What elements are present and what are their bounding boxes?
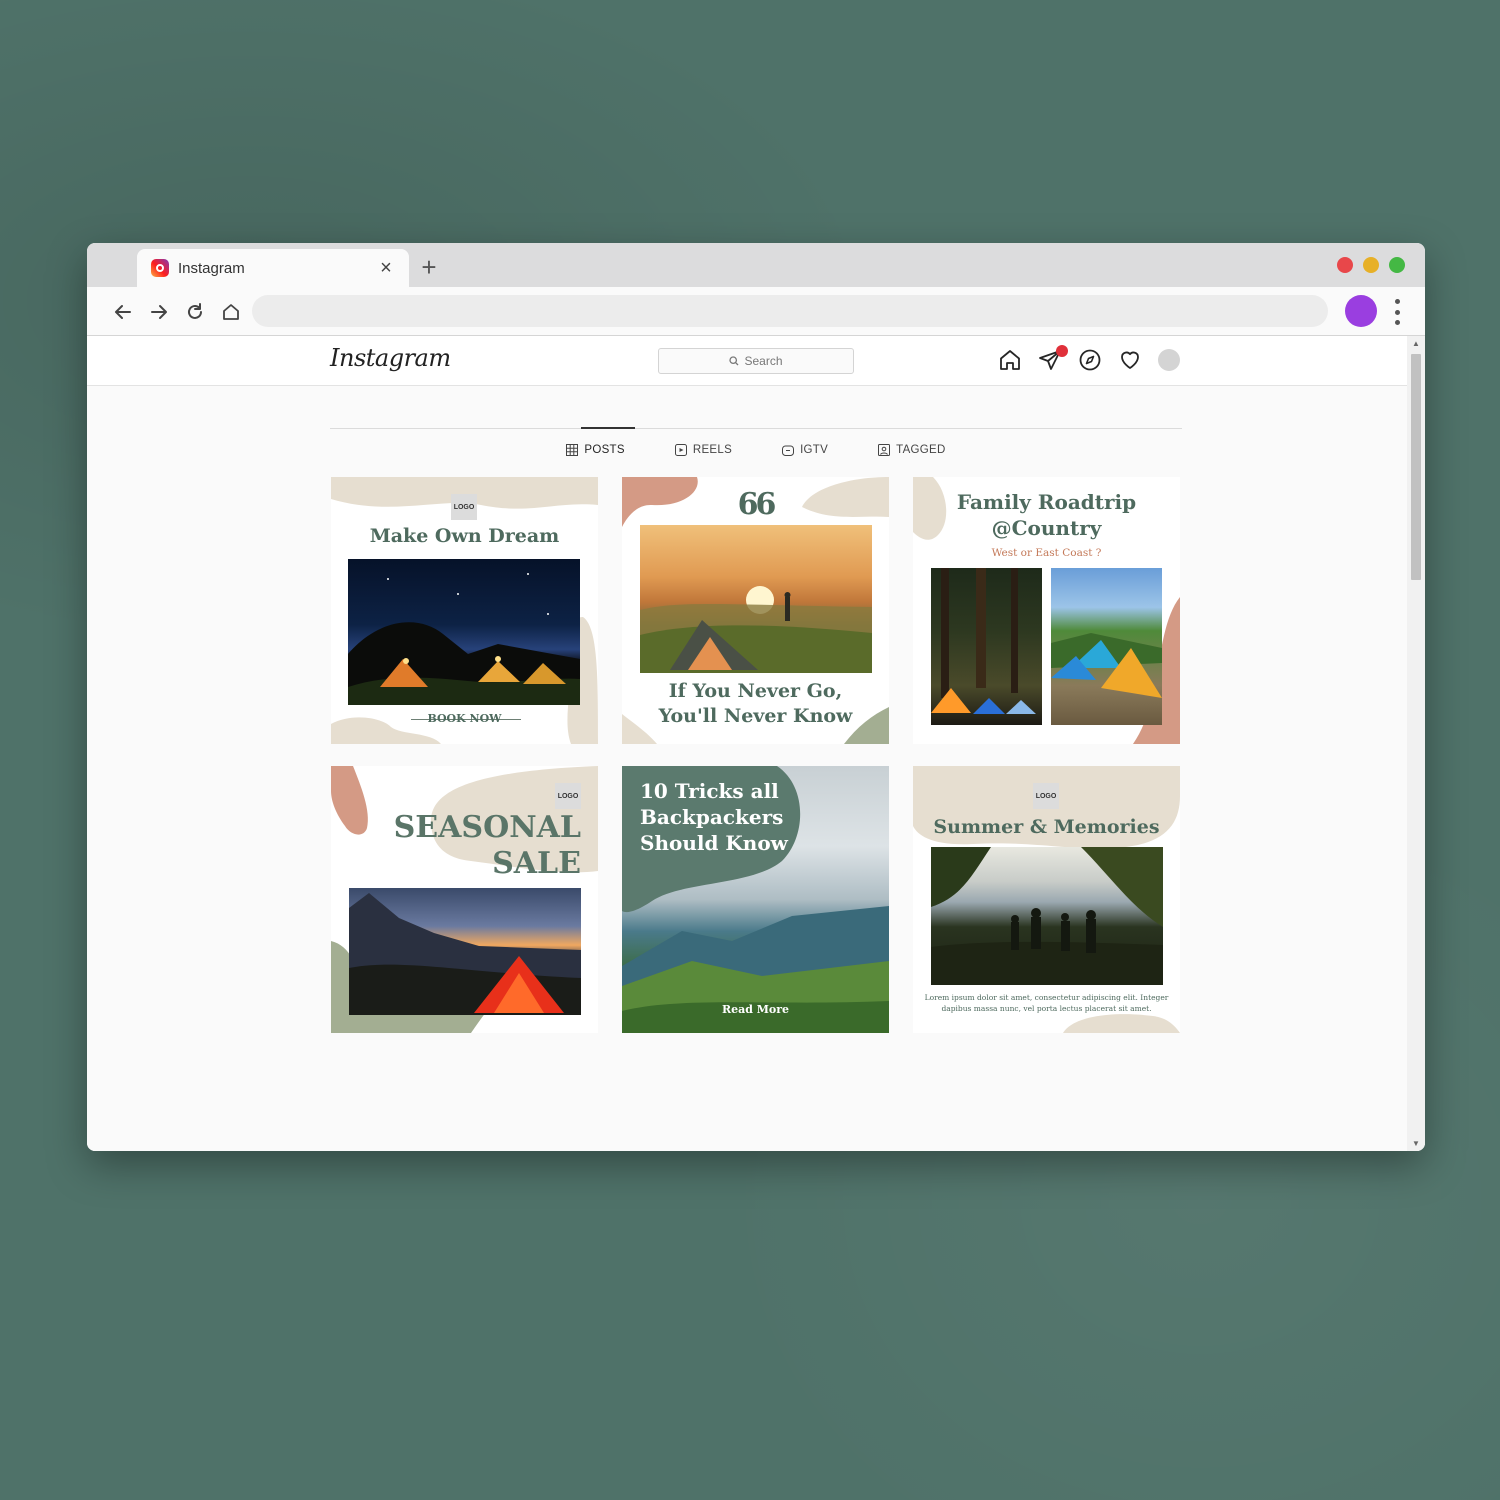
post-summer-memories[interactable]: LOGO Summer & Memories Lorem ipsum dolor… (913, 766, 1180, 1033)
page-content: Instagram Search POSTS REELS IGTV TAGGED… (87, 336, 1425, 1151)
browser-window: Instagram × + Instagram Search POSTS REE… (87, 243, 1425, 1151)
tab-tagged-label: TAGGED (896, 444, 946, 456)
scrollbar[interactable]: ▲ ▼ (1407, 336, 1425, 1151)
post-body-line1: Lorem ipsum dolor sit amet, consectetur … (924, 993, 1169, 1002)
forward-button[interactable] (146, 299, 172, 325)
post-family-roadtrip[interactable]: Family Roadtrip @Country West or East Co… (913, 477, 1180, 744)
browser-toolbar (87, 287, 1425, 336)
post-title-line3: Should Know (640, 831, 788, 855)
direct-icon[interactable] (1038, 345, 1068, 372)
post-title-line1: 10 Tricks all (640, 779, 779, 803)
close-window-button[interactable] (1337, 257, 1353, 273)
igtv-icon (782, 445, 795, 456)
post-title-line2: SALE (492, 846, 581, 881)
logo-placeholder: LOGO (555, 783, 581, 809)
close-tab-icon[interactable]: × (375, 257, 397, 280)
browser-home-icon (223, 304, 239, 320)
search-input[interactable]: Search (658, 348, 854, 374)
post-title: Make Own Dream (369, 525, 560, 547)
post-seasonal-sale[interactable]: LOGO SEASONAL SALE (331, 766, 598, 1033)
post-title: Summer & Memories (933, 816, 1160, 838)
post-title-line1: SEASONAL (393, 810, 581, 845)
tagged-icon (878, 444, 891, 456)
reels-icon (674, 444, 687, 456)
tabs-divider (330, 428, 1182, 429)
read-more-link[interactable]: Read More (622, 1003, 889, 1016)
post-title-line2: Backpackers (640, 805, 784, 829)
search-placeholder: Search (744, 354, 783, 368)
grid-icon (566, 444, 579, 456)
tab-title: Instagram (178, 259, 245, 277)
post-subtitle: West or East Coast ? (991, 547, 1102, 559)
tab-igtv-label: IGTV (800, 444, 829, 456)
forward-arrow-icon (151, 305, 167, 319)
home-button[interactable] (218, 299, 244, 325)
profile-tabs: POSTS REELS IGTV TAGGED (330, 444, 1182, 456)
back-arrow-icon (115, 305, 131, 319)
window-controls (1337, 257, 1405, 273)
tab-posts[interactable]: POSTS (566, 444, 625, 456)
address-bar[interactable] (252, 295, 1328, 327)
post-10-tricks[interactable]: 10 Tricks all Backpackers Should Know Re… (622, 766, 889, 1033)
post-title-line2: You'll Never Know (658, 705, 853, 727)
instagram-nav (998, 345, 1180, 372)
night-camping-photo (348, 559, 580, 705)
tab-posts-label: POSTS (584, 444, 625, 456)
mountain-tent-photo (349, 888, 581, 1015)
avatar[interactable] (1158, 349, 1180, 371)
back-button[interactable] (110, 299, 136, 325)
browser-tab[interactable]: Instagram × (137, 249, 409, 287)
scroll-up-icon[interactable]: ▲ (1412, 339, 1420, 348)
home-icon[interactable] (998, 348, 1022, 372)
maximize-window-button[interactable] (1389, 257, 1405, 273)
tab-reels-label: REELS (692, 444, 733, 456)
reload-icon (188, 303, 202, 319)
active-tab-indicator (581, 427, 635, 429)
post-title-line1: Family Roadtrip (956, 490, 1137, 514)
scroll-down-icon[interactable]: ▼ (1412, 1139, 1420, 1148)
scrollbar-thumb[interactable] (1411, 354, 1421, 580)
search-icon (729, 356, 739, 366)
quote-mark-icon: 66 (737, 487, 777, 522)
minimize-window-button[interactable] (1363, 257, 1379, 273)
lake-people-photo (931, 847, 1163, 985)
book-now-link[interactable]: BOOK NOW (331, 712, 598, 725)
logo-placeholder: LOGO (1033, 783, 1059, 809)
post-title-line1: If You Never Go, (668, 680, 843, 702)
post-title-line2: @Country (991, 516, 1102, 540)
instagram-favicon-icon (151, 259, 169, 277)
beach-tents-photo (1051, 568, 1162, 725)
post-body-line2: dapibus massa nunc, vel porta lectus pla… (941, 1004, 1152, 1013)
tab-bar: Instagram × + (87, 243, 1425, 287)
menu-kebab-icon[interactable] (1391, 299, 1403, 325)
reload-button[interactable] (182, 299, 208, 325)
sunrise-tent-photo (640, 525, 872, 673)
new-tab-button[interactable]: + (417, 253, 441, 281)
post-if-you-never-go[interactable]: 66 If You Never Go, You'll Never Know (622, 477, 889, 744)
profile-avatar[interactable] (1345, 295, 1377, 327)
notification-badge (1056, 345, 1068, 357)
post-make-own-dream[interactable]: LOGO Make Own Dream BOOK NOW (331, 477, 598, 744)
tab-tagged[interactable]: TAGGED (878, 444, 946, 456)
tab-igtv[interactable]: IGTV (782, 444, 828, 456)
heart-icon[interactable] (1118, 348, 1142, 372)
instagram-header: Instagram Search (87, 336, 1407, 386)
instagram-logo[interactable]: Instagram (330, 344, 451, 372)
logo-placeholder: LOGO (451, 494, 477, 520)
explore-icon[interactable] (1078, 348, 1102, 372)
forest-tents-photo (931, 568, 1042, 725)
tab-reels[interactable]: REELS (674, 444, 733, 456)
